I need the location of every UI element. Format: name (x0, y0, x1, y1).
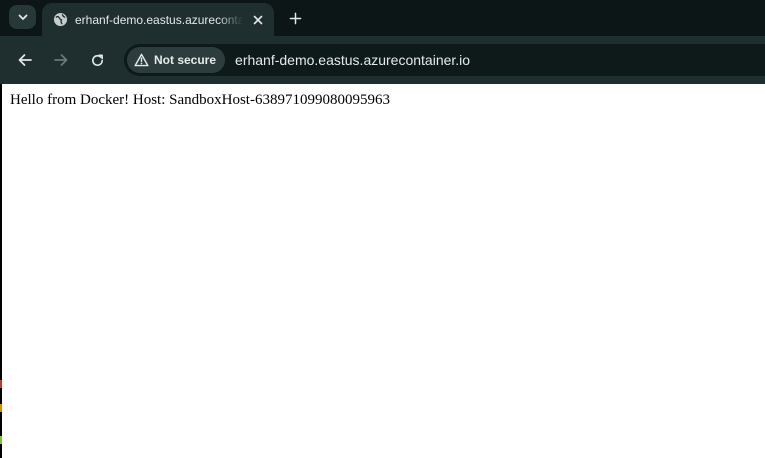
forward-button[interactable] (50, 49, 72, 71)
warning-triangle-icon (134, 53, 149, 67)
new-tab-button[interactable] (284, 7, 306, 29)
reload-icon (91, 54, 103, 66)
tab-strip: erhanf-demo.eastus.azurecontainer.io (0, 0, 765, 36)
plus-icon (289, 12, 301, 24)
back-button[interactable] (14, 49, 36, 71)
reload-button[interactable] (86, 49, 108, 71)
browser-toolbar: Not secure erhanf-demo.eastus.azureconta… (0, 36, 765, 84)
tab-title: erhanf-demo.eastus.azurecontainer.io (75, 12, 243, 27)
tab-active[interactable]: erhanf-demo.eastus.azurecontainer.io (42, 3, 274, 36)
page-body-text: Hello from Docker! Host: SandboxHost-638… (10, 92, 390, 108)
address-bar[interactable]: Not secure erhanf-demo.eastus.azureconta… (124, 44, 765, 76)
security-chip[interactable]: Not secure (127, 47, 226, 73)
close-icon[interactable] (250, 12, 266, 28)
chevron-down-icon (18, 14, 27, 20)
back-arrow-icon (18, 54, 32, 66)
page-viewport: Hello from Docker! Host: SandboxHost-638… (2, 84, 765, 458)
forward-arrow-icon (54, 54, 68, 66)
security-chip-label: Not secure (154, 53, 217, 67)
tab-search-button[interactable] (9, 5, 36, 29)
globe-icon (52, 12, 68, 28)
url-text[interactable]: erhanf-demo.eastus.azurecontainer.io (235, 52, 470, 68)
